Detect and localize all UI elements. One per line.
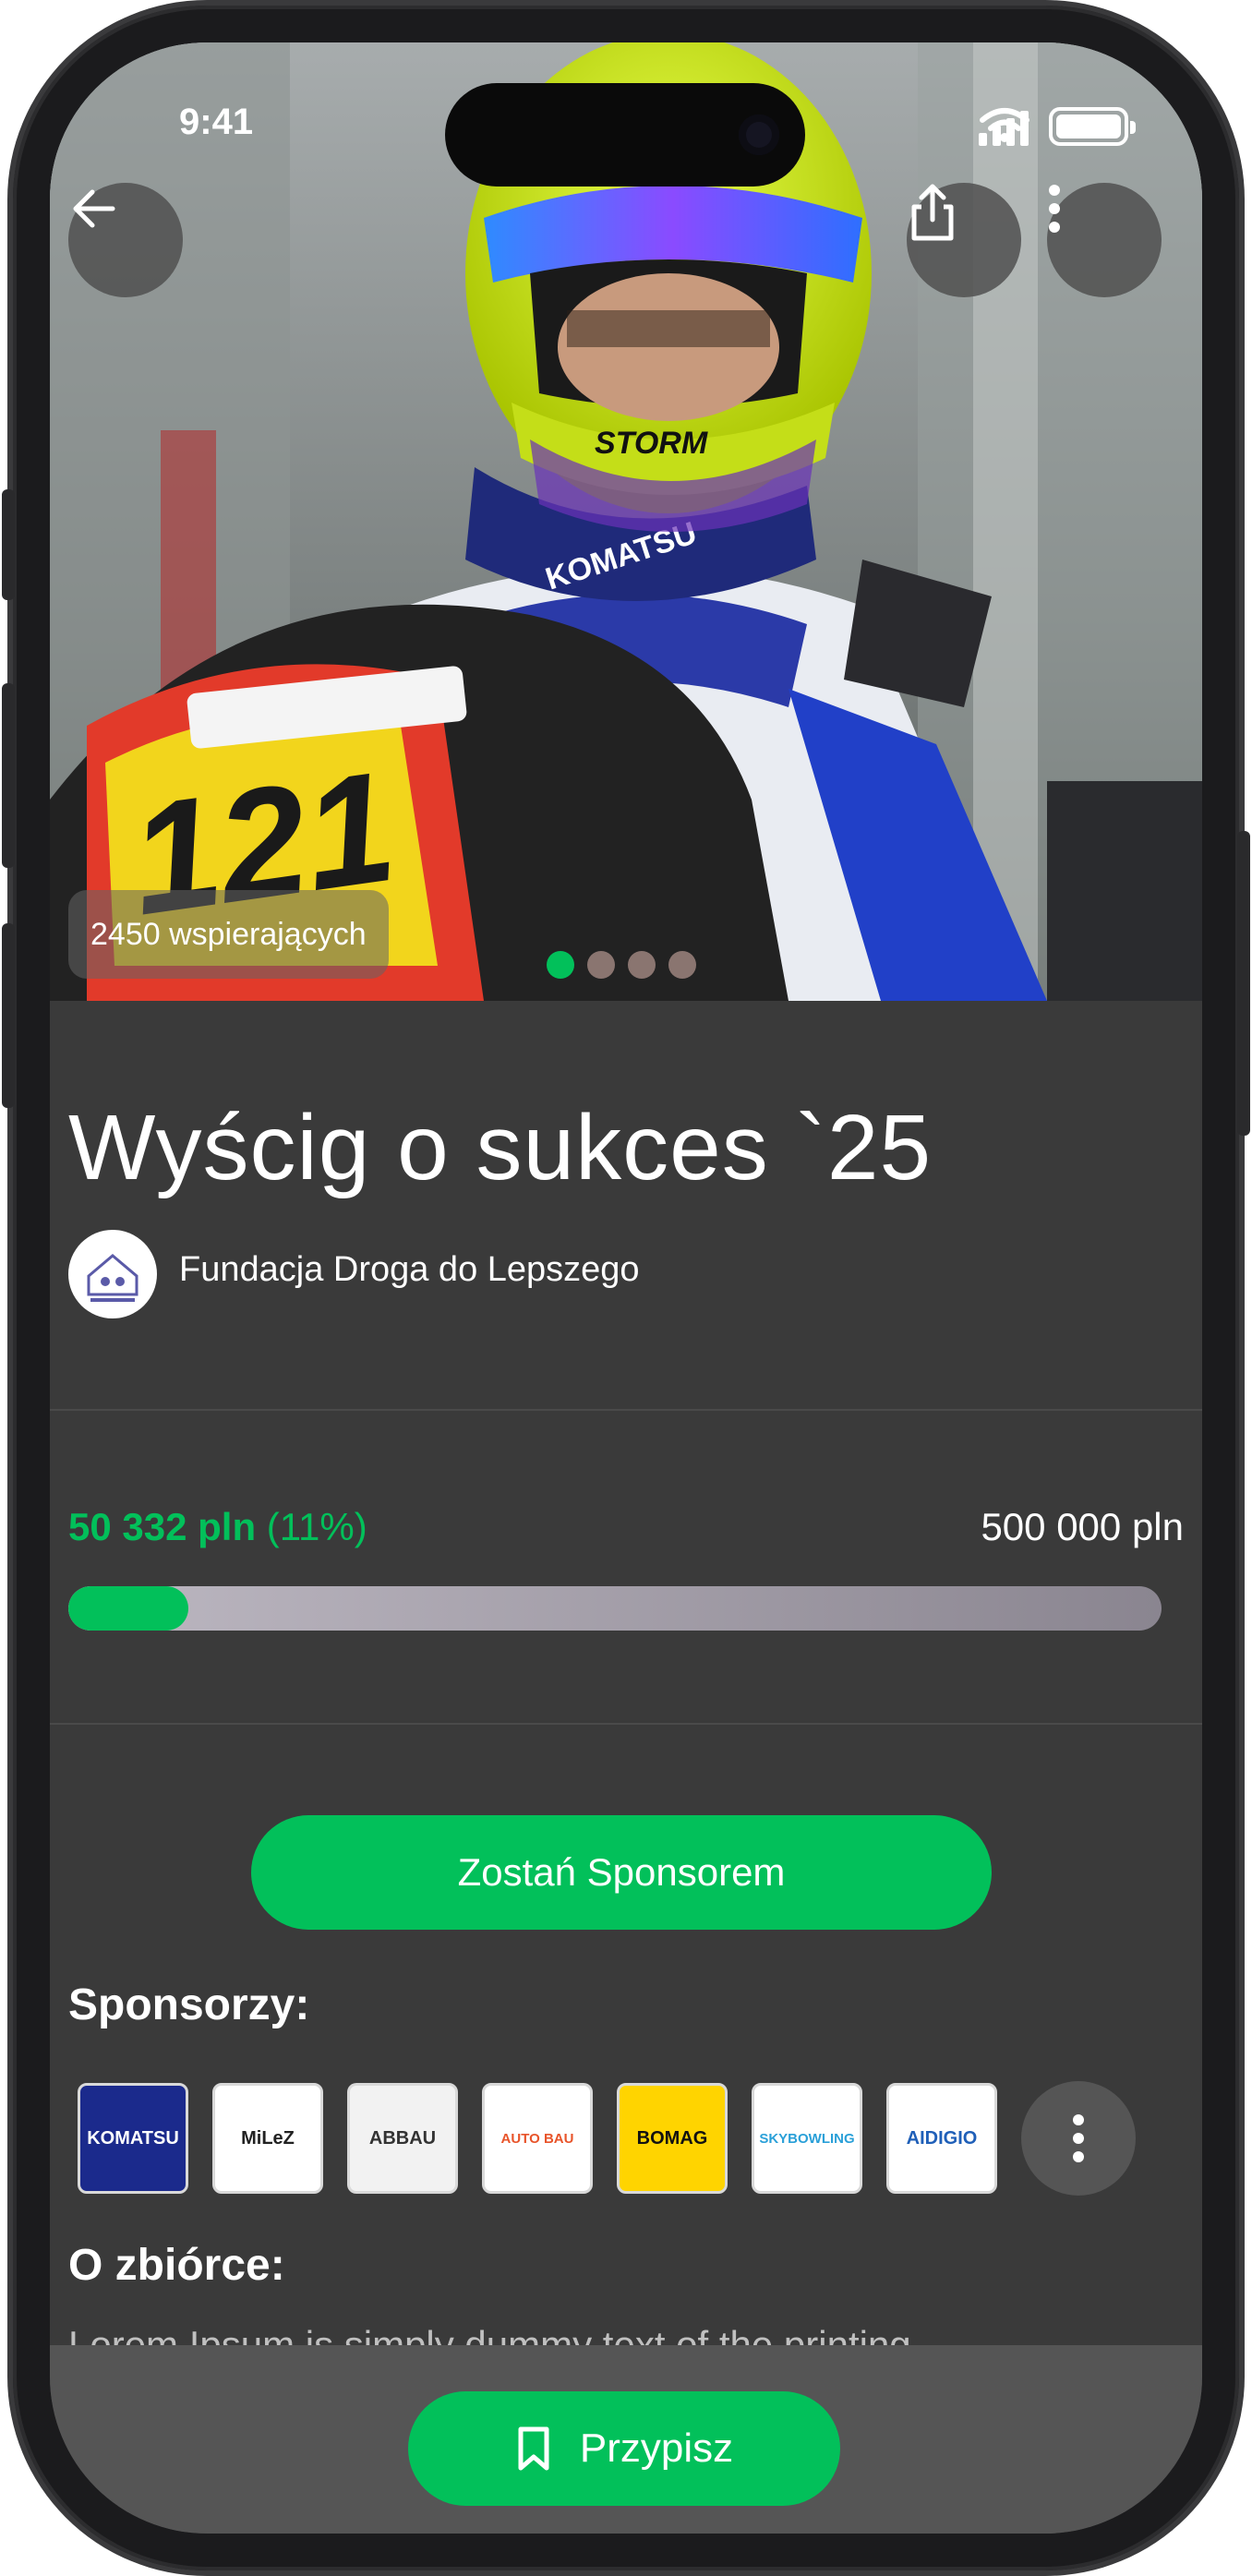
- more-sponsors-button[interactable]: [1021, 2081, 1136, 2196]
- power-button: [1237, 831, 1250, 1136]
- become-sponsor-button[interactable]: Zostań Sponsorem: [251, 1815, 992, 1930]
- carousel-dot[interactable]: [547, 951, 574, 979]
- sponsor-logo-text: SKYBOWLING: [759, 2130, 855, 2147]
- svg-text:STORM: STORM: [595, 426, 708, 461]
- sponsor-logo-text: AUTO BAU: [500, 2130, 574, 2147]
- carousel-dot[interactable]: [628, 951, 656, 979]
- more-options-button[interactable]: [1047, 183, 1162, 297]
- sponsor-logo-text: ABBAU: [368, 2128, 437, 2149]
- action-button: [2, 489, 15, 600]
- funding-progress-fill: [68, 1586, 189, 1631]
- volume-up-button: [2, 683, 15, 868]
- sponsor-logo-text: MiLeZ: [241, 2128, 295, 2149]
- share-icon: [911, 184, 954, 241]
- sponsor-logo-text: AIDIGIO: [906, 2128, 978, 2149]
- bookmark-icon: [518, 2426, 549, 2471]
- organization-avatar[interactable]: [68, 1230, 157, 1318]
- sponsor-logo-skybowling[interactable]: SKYBOWLING: [752, 2083, 862, 2194]
- status-icons: [979, 107, 1136, 146]
- about-heading: O zbiórce:: [68, 2241, 285, 2290]
- organization-name[interactable]: Fundacja Droga do Lepszego: [179, 1250, 640, 1290]
- carousel-dot[interactable]: [587, 951, 615, 979]
- sponsor-logo-text: KOMATSU: [87, 2128, 179, 2149]
- foundation-logo-icon: [87, 1254, 138, 1302]
- front-camera-icon: [739, 114, 779, 155]
- dynamic-island: [445, 83, 805, 187]
- raised-value: 50 332 pln: [68, 1505, 257, 1548]
- status-time: 9:41: [179, 102, 254, 142]
- more-vertical-icon: [1049, 185, 1060, 233]
- campaign-title: Wyścig o sukces `25: [68, 1096, 933, 1199]
- battery-icon: [1049, 107, 1136, 146]
- sponsor-logo-milez[interactable]: MiLeZ: [212, 2083, 323, 2194]
- sponsor-logo-komatsu[interactable]: KOMATSU: [78, 2083, 188, 2194]
- supporters-count-badge: 2450 wspierających: [68, 890, 389, 979]
- arrow-left-icon: [73, 189, 115, 228]
- sponsor-logo-text: BOMAG: [636, 2128, 708, 2149]
- sponsors-heading: Sponsorzy:: [68, 1980, 310, 2029]
- sponsor-logo-aidigio[interactable]: AIDIGIO: [886, 2083, 997, 2194]
- goal-amount: 500 000 pln: [981, 1505, 1184, 1548]
- divider: [50, 1409, 1202, 1411]
- sponsor-logo-bomag[interactable]: BOMAG: [617, 2083, 728, 2194]
- more-vertical-icon: [1073, 2114, 1084, 2162]
- volume-down-button: [2, 923, 15, 1108]
- funding-progress-bar: [68, 1586, 1162, 1631]
- share-button[interactable]: [907, 183, 1021, 297]
- assign-button[interactable]: Przypisz: [408, 2391, 840, 2506]
- carousel-dot[interactable]: [668, 951, 696, 979]
- sponsor-logo-auto-bau[interactable]: AUTO BAU: [482, 2083, 593, 2194]
- raised-percent: (11%): [266, 1505, 367, 1548]
- hero-image[interactable]: KOMATSU STORM 121 9:41 2450 wspierającyc…: [50, 42, 1202, 1001]
- back-button[interactable]: [68, 183, 183, 297]
- divider: [50, 1723, 1202, 1725]
- sponsor-logo-abbau[interactable]: ABBAU: [347, 2083, 458, 2194]
- assign-button-label: Przypisz: [579, 2426, 734, 2471]
- app-screen: KOMATSU STORM 121 9:41 2450 wspierającyc…: [50, 42, 1202, 2534]
- carousel-indicator[interactable]: [547, 951, 696, 979]
- wifi-icon: [980, 108, 1029, 142]
- raised-amount: 50 332 pln (11%): [68, 1505, 367, 1549]
- sponsors-list: KOMATSU MiLeZ ABBAU AUTO BAU BOMAG SKYBOWLING…: [78, 2081, 1136, 2196]
